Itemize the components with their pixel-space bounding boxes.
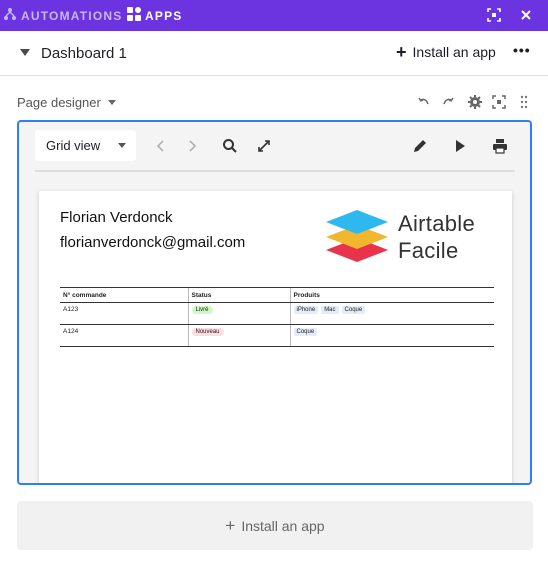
product-tag: Coque bbox=[341, 306, 366, 314]
drag-handle-icon[interactable] bbox=[519, 95, 533, 109]
column-header: N° commande bbox=[60, 287, 188, 303]
settings-icon[interactable] bbox=[468, 95, 482, 109]
chevron-down-icon bbox=[118, 143, 126, 148]
status-cell: Livré bbox=[187, 302, 290, 325]
brand-line-2: Facile bbox=[398, 238, 459, 263]
print-icon[interactable] bbox=[492, 138, 508, 154]
products-cell: iPhone Mac Coque bbox=[289, 302, 494, 325]
view-select[interactable]: Grid view bbox=[35, 130, 136, 161]
product-tag: Coque bbox=[293, 328, 318, 336]
page-designer-dropdown[interactable]: Page designer bbox=[17, 95, 116, 110]
close-icon[interactable] bbox=[520, 8, 536, 24]
product-tag: Mac bbox=[321, 306, 339, 314]
chevron-left-icon[interactable] bbox=[153, 138, 169, 154]
install-app-footer-button[interactable]: + Install an app bbox=[17, 501, 533, 550]
page-designer-frame: Grid view Florian Verdonck florianverdon… bbox=[17, 120, 532, 485]
toolbar-divider bbox=[35, 170, 515, 172]
designer-toolbar: Grid view bbox=[19, 122, 530, 170]
table-header-row: N° commande Status Produits bbox=[60, 287, 494, 303]
chevron-right-icon[interactable] bbox=[184, 138, 200, 154]
plus-icon: + bbox=[396, 42, 407, 62]
automations-tab[interactable]: AUTOMATIONS bbox=[3, 0, 122, 31]
table-row: A123 Livré iPhone Mac Coque bbox=[60, 302, 494, 325]
search-icon[interactable] bbox=[222, 138, 238, 154]
page-preview: Florian Verdonck florianverdonck@gmail.c… bbox=[39, 191, 512, 483]
column-header: Produits bbox=[289, 287, 494, 303]
redo-icon[interactable] bbox=[441, 95, 455, 109]
products-cell: Coque bbox=[289, 324, 494, 347]
expand-icon[interactable] bbox=[256, 138, 272, 154]
collapse-caret-icon[interactable] bbox=[20, 49, 30, 56]
fullscreen-icon[interactable] bbox=[487, 8, 503, 24]
automations-icon bbox=[3, 7, 17, 24]
install-app-label: Install an app bbox=[412, 44, 496, 60]
column-header: Status bbox=[187, 287, 290, 303]
order-cell: A123 bbox=[60, 302, 188, 325]
customer-name: Florian Verdonck bbox=[60, 209, 173, 226]
play-icon[interactable] bbox=[452, 138, 468, 154]
plus-icon: + bbox=[225, 515, 236, 535]
pencil-icon[interactable] bbox=[412, 138, 428, 154]
orders-table: N° commande Status Produits A123 Livré i… bbox=[60, 287, 494, 347]
apps-label: APPS bbox=[145, 8, 183, 23]
top-bar: AUTOMATIONS APPS bbox=[0, 0, 548, 31]
more-options-icon[interactable]: ••• bbox=[513, 42, 531, 58]
apps-icon bbox=[127, 7, 141, 24]
brand-line-1: Airtable bbox=[398, 211, 475, 236]
apps-tab[interactable]: APPS bbox=[127, 0, 182, 31]
undo-icon[interactable] bbox=[417, 95, 431, 109]
install-app-button[interactable]: + Install an app bbox=[396, 42, 496, 62]
customer-email: florianverdonck@gmail.com bbox=[60, 234, 246, 251]
status-cell: Nouveau bbox=[187, 324, 290, 347]
chevron-down-icon bbox=[107, 100, 116, 105]
status-badge: Nouveau bbox=[191, 328, 224, 336]
order-cell: A124 bbox=[60, 324, 188, 347]
status-badge: Livré bbox=[191, 306, 213, 314]
view-select-label: Grid view bbox=[46, 138, 101, 153]
page-designer-label: Page designer bbox=[17, 95, 101, 110]
dashboard-header: Dashboard 1 + Install an app ••• bbox=[0, 31, 548, 76]
airtable-facile-logo bbox=[324, 208, 390, 266]
dashboard-title[interactable]: Dashboard 1 bbox=[41, 45, 127, 62]
expand-icon[interactable] bbox=[492, 95, 506, 109]
product-tag: iPhone bbox=[293, 306, 319, 314]
install-app-footer-label: Install an app bbox=[241, 517, 325, 534]
table-row: A124 Nouveau Coque bbox=[60, 324, 494, 347]
automations-label: AUTOMATIONS bbox=[21, 8, 123, 23]
